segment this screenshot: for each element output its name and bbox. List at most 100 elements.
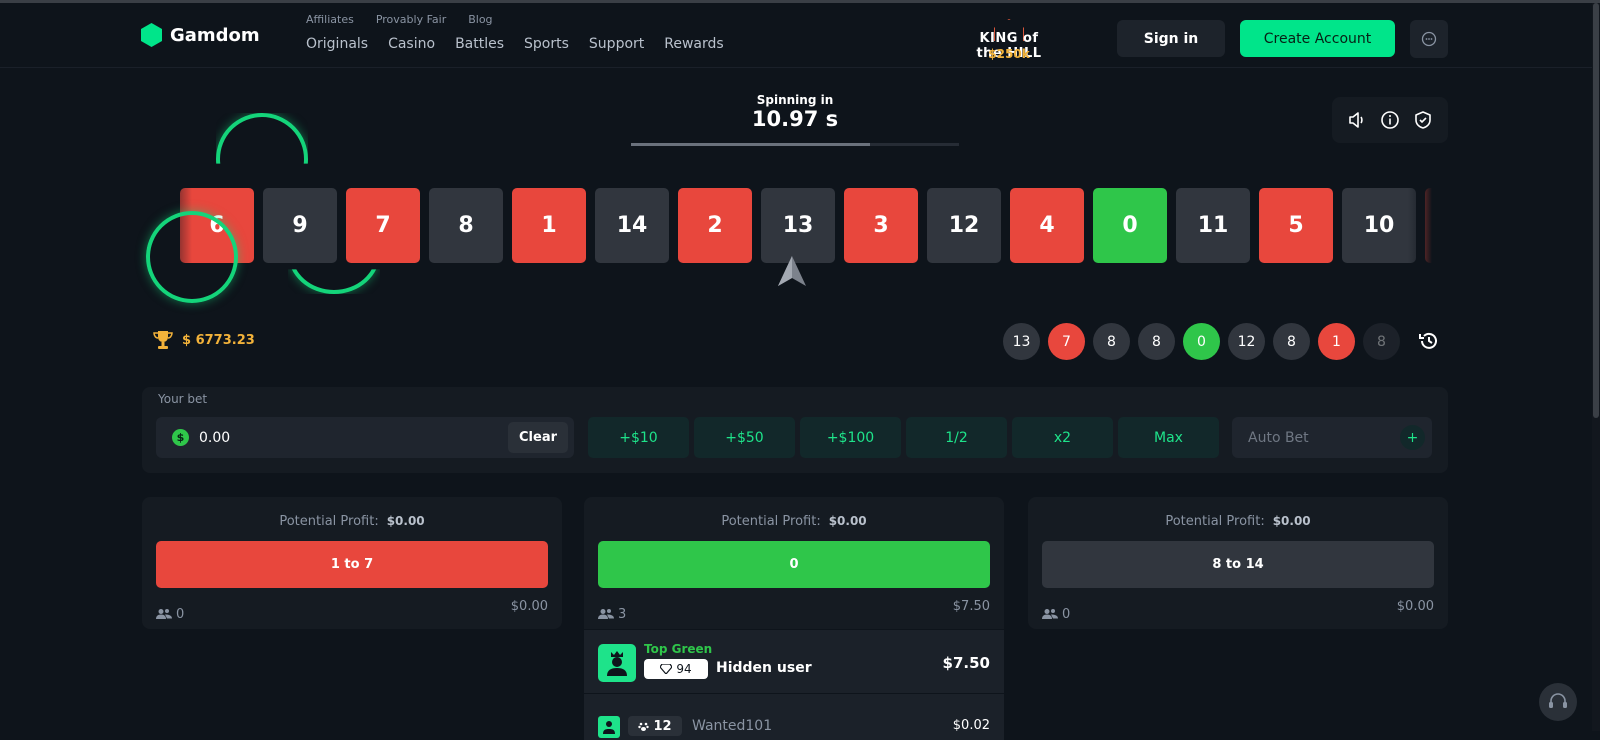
bet-red-button[interactable]: 1 to 7 (156, 541, 548, 588)
half-button[interactable]: 1/2 (906, 417, 1007, 458)
player-name: Hidden user (716, 660, 812, 676)
reel-tile: 7 (346, 188, 420, 263)
history-icon[interactable] (1417, 329, 1441, 353)
bet-column-green: Potential Profit: $0.00 0 3 $7.50 Top Gre… (584, 497, 1004, 740)
user-icon (603, 721, 615, 734)
clear-button[interactable]: Clear (508, 422, 568, 453)
sub-navigation: Affiliates Provably Fair Blog (306, 13, 493, 26)
potential-profit: Potential Profit: $0.00 (1028, 514, 1448, 529)
bet-column-red: Potential Profit: $0.00 1 to 7 0 $0.00 (142, 497, 562, 629)
chat-button[interactable] (1410, 20, 1448, 58)
subnav-affiliates[interactable]: Affiliates (306, 13, 354, 26)
potential-profit-value: $0.00 (386, 514, 425, 528)
support-button[interactable] (1539, 683, 1577, 721)
player-count: 0 (156, 599, 184, 629)
jackpot-value: $ 6773.23 (182, 332, 255, 348)
bet-panel: Your bet $ 0.00 Clear +$10 +$50 +$100 1/… (142, 387, 1448, 473)
player-level: 12 (653, 718, 672, 734)
player-count-value: 0 (1062, 606, 1071, 622)
king-of-the-hill-promo[interactable]: KING of the HILL $250k (966, 17, 1052, 69)
nav-rewards[interactable]: Rewards (664, 36, 723, 52)
add-100-button[interactable]: +$100 (800, 417, 901, 458)
player-count: 3 (598, 599, 626, 629)
nav-battles[interactable]: Battles (455, 36, 504, 52)
reel-tile: 9 (263, 188, 337, 263)
green-bets-list: Top Green 94 Hidden user $7.50 12 Wanted… (584, 629, 1004, 740)
scrollbar-thumb[interactable] (1593, 3, 1599, 418)
jackpot: $ 6773.23 (152, 330, 255, 350)
nav-casino[interactable]: Casino (388, 36, 435, 52)
reel-tile: 2 (678, 188, 752, 263)
nav-sports[interactable]: Sports (524, 36, 569, 52)
last-roll: 8 (1273, 323, 1310, 360)
player-level-badge: 94 (644, 659, 708, 679)
double-button[interactable]: x2 (1012, 417, 1113, 458)
player-count-value: 3 (618, 606, 627, 622)
decorative-ring (146, 211, 238, 303)
subnav-provably-fair[interactable]: Provably Fair (376, 13, 446, 26)
add-10-button[interactable]: +$10 (588, 417, 689, 458)
trophy-icon (153, 331, 173, 349)
auto-bet-label: Auto Bet (1248, 429, 1309, 446)
provably-fair-shield-icon[interactable] (1412, 109, 1434, 131)
bet-amount-input[interactable]: $ 0.00 Clear (156, 417, 574, 458)
potential-profit-value: $0.00 (828, 514, 867, 528)
last-roll: 8 (1093, 323, 1130, 360)
potential-profit: Potential Profit: $0.00 (584, 514, 1004, 529)
potential-profit: Potential Profit: $0.00 (142, 514, 562, 529)
reel-tile: 0 (1093, 188, 1167, 263)
bet-black-button[interactable]: 8 to 14 (1042, 541, 1434, 588)
add-50-button[interactable]: +$50 (694, 417, 795, 458)
dollar-coin-icon: $ (172, 429, 189, 446)
avatar (598, 644, 636, 682)
last-roll: 13 (1003, 323, 1040, 360)
timer-progress-fill (631, 143, 871, 146)
list-item: 12 Wanted101 $0.02 (584, 693, 1004, 740)
roulette-reel: 6 9 7 8 1 14 2 13 3 12 4 0 11 5 10 (152, 188, 1448, 263)
auto-bet-field[interactable]: Auto Bet + (1232, 417, 1432, 458)
page-scrollbar[interactable] (1592, 3, 1600, 731)
reel-tile: 14 (595, 188, 669, 263)
reel-tile: 12 (927, 188, 1001, 263)
sound-icon[interactable] (1346, 109, 1368, 131)
player-count-value: 0 (176, 606, 185, 622)
player-bet-amount: $7.50 (942, 654, 990, 672)
column-stats: 0 $0.00 (156, 599, 548, 629)
player-name: Wanted101 (692, 718, 773, 734)
bet-column-black: Potential Profit: $0.00 8 to 14 0 $0.00 (1028, 497, 1448, 629)
nav-support[interactable]: Support (589, 36, 644, 52)
info-icon[interactable] (1379, 109, 1401, 131)
last-rolls: 13 7 8 8 0 12 8 1 8 (1003, 323, 1400, 360)
main-navigation: Originals Casino Battles Sports Support … (306, 36, 724, 52)
reel-tile: 13 (761, 188, 835, 263)
column-total: $7.50 (952, 599, 990, 614)
column-total: $0.00 (510, 599, 548, 614)
logo-text: Gamdom (170, 24, 260, 46)
potential-profit-label: Potential Profit: (1165, 514, 1265, 529)
potential-profit-value: $0.00 (1272, 514, 1311, 528)
reel-tile: 5 (1259, 188, 1333, 263)
promo-prize: $250k (988, 47, 1030, 61)
timer-label: Spinning in (756, 93, 834, 107)
reel-tile: 11 (1176, 188, 1250, 263)
reel-tile: 3 (844, 188, 918, 263)
users-icon (598, 609, 614, 619)
last-roll: 7 (1048, 323, 1085, 360)
auto-bet-add-button[interactable]: + (1400, 425, 1425, 450)
max-button[interactable]: Max (1118, 417, 1219, 458)
logo[interactable]: Gamdom (141, 23, 260, 47)
paw-icon (638, 722, 650, 731)
last-roll: 8 (1138, 323, 1175, 360)
sign-in-button[interactable]: Sign in (1117, 20, 1225, 57)
create-account-button[interactable]: Create Account (1240, 20, 1395, 57)
bet-amount-value[interactable]: 0.00 (199, 430, 230, 446)
reel-tile: 1 (512, 188, 586, 263)
bet-modifiers: +$10 +$50 +$100 1/2 x2 Max (588, 417, 1219, 458)
spin-timer: Spinning in 10.97 s (631, 93, 959, 146)
bet-green-button[interactable]: 0 (598, 541, 990, 588)
diamond-icon (660, 664, 673, 674)
reel-fade-right (1408, 188, 1448, 263)
reel-tile: 4 (1010, 188, 1084, 263)
nav-originals[interactable]: Originals (306, 36, 368, 52)
subnav-blog[interactable]: Blog (468, 13, 492, 26)
